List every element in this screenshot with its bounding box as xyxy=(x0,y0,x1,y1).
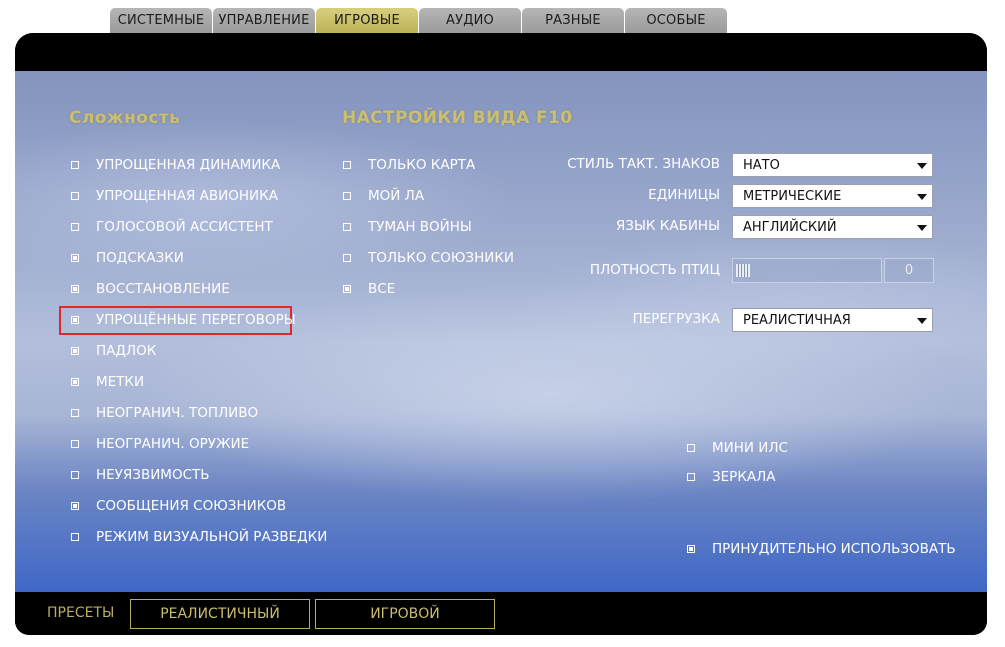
chevron-down-icon xyxy=(917,318,927,324)
tab-gameplay[interactable]: ИГРОВЫЕ xyxy=(316,8,418,33)
checkbox-icon xyxy=(71,533,79,541)
cockpit-language-dropdown[interactable]: АНГЛИЙСКИЙ xyxy=(732,215,933,239)
cockpit-language-label: ЯЗЫК КАБИНЫ xyxy=(615,218,720,234)
bird-density-label: ПЛОТНОСТЬ ПТИЦ xyxy=(589,262,720,278)
presets-label: ПРЕСЕТЫ xyxy=(47,605,115,621)
tab-system[interactable]: СИСТЕМНЫЕ xyxy=(110,8,212,33)
checkbox-label: НЕУЯЗВИМОСТЬ xyxy=(96,467,210,483)
checkbox-icon xyxy=(71,471,79,479)
checkbox-label: ЗЕРКАЛА xyxy=(712,469,776,485)
tact-symbols-label: СТИЛЬ ТАКТ. ЗНАКОВ xyxy=(567,156,720,172)
checkbox-label: МОЙ ЛА xyxy=(368,188,425,204)
dropdown-value: МЕТРИЧЕСКИЕ xyxy=(743,188,842,204)
panel-header-bar xyxy=(15,33,987,71)
checkbox-label: СООБЩЕНИЯ СОЮЗНИКОВ xyxy=(96,498,287,514)
checkbox-padlock[interactable]: ПАДЛОК xyxy=(71,341,156,361)
checkbox-label: ВОССТАНОВЛЕНИЕ xyxy=(96,281,230,297)
checkbox-allies-only[interactable]: ТОЛЬКО СОЮЗНИКИ xyxy=(343,248,514,268)
difficulty-heading: Сложность xyxy=(69,108,181,128)
preset-game-button[interactable]: ИГРОВОЙ xyxy=(315,599,495,629)
checkbox-icon xyxy=(687,545,695,553)
checkbox-simplified-flight-model[interactable]: УПРОЩЕННАЯ ДИНАМИКА xyxy=(71,155,280,175)
units-label: ЕДИНИЦЫ xyxy=(648,187,720,203)
tab-audio[interactable]: АУДИО xyxy=(419,8,521,33)
checkbox-labels[interactable]: МЕТКИ xyxy=(71,372,144,392)
tact-symbols-dropdown[interactable]: НАТО xyxy=(732,153,933,177)
checkbox-hints[interactable]: ПОДСКАЗКИ xyxy=(71,248,184,268)
checkbox-label: ПАДЛОК xyxy=(96,343,157,359)
checkbox-label: УПРОЩЕННАЯ ДИНАМИКА xyxy=(96,157,281,173)
checkbox-all[interactable]: ВСЕ xyxy=(343,279,395,299)
checkbox-label: ПОДСКАЗКИ xyxy=(96,250,184,266)
checkbox-icon xyxy=(71,285,79,293)
checkbox-icon xyxy=(687,444,695,452)
checkbox-icon xyxy=(71,347,79,355)
checkbox-label: МИНИ ИЛС xyxy=(712,440,788,456)
options-screen: СИСТЕМНЫЕ УПРАВЛЕНИЕ ИГРОВЫЕ АУДИО РАЗНЫ… xyxy=(0,0,1005,647)
tab-misc[interactable]: РАЗНЫЕ xyxy=(522,8,624,33)
checkbox-icon xyxy=(343,223,351,231)
checkbox-easy-comms[interactable]: УПРОЩЁННЫЕ ПЕРЕГОВОРЫ xyxy=(71,310,296,330)
checkbox-label: УПРОЩЕННАЯ АВИОНИКА xyxy=(96,188,278,204)
checkbox-label: ВСЕ xyxy=(368,281,396,297)
checkbox-map-only[interactable]: ТОЛЬКО КАРТА xyxy=(343,155,475,175)
g-effects-label: ПЕРЕГРУЗКА xyxy=(632,311,720,327)
checkbox-voice-assistant[interactable]: ГОЛОСОВОЙ АССИСТЕНТ xyxy=(71,217,273,237)
checkbox-restoration[interactable]: ВОССТАНОВЛЕНИЕ xyxy=(71,279,230,299)
checkbox-icon xyxy=(71,378,79,386)
preset-realistic-button[interactable]: РЕАЛИСТИЧНЫЙ xyxy=(130,599,310,629)
tab-bar: СИСТЕМНЫЕ УПРАВЛЕНИЕ ИГРОВЫЕ АУДИО РАЗНЫ… xyxy=(110,8,727,33)
checkbox-allied-messages[interactable]: СООБЩЕНИЯ СОЮЗНИКОВ xyxy=(71,496,286,516)
checkbox-mini-hud[interactable]: МИНИ ИЛС xyxy=(687,438,788,458)
checkbox-icon xyxy=(71,254,79,262)
g-effects-dropdown[interactable]: РЕАЛИСТИЧНАЯ xyxy=(732,308,933,332)
bird-density-value[interactable]: 0 xyxy=(884,258,934,283)
chevron-down-icon xyxy=(917,194,927,200)
checkbox-unlimited-weapons[interactable]: НЕОГРАНИЧ. ОРУЖИЕ xyxy=(71,434,249,454)
slider-handle[interactable] xyxy=(736,264,750,277)
checkbox-icon xyxy=(71,409,79,417)
tab-special[interactable]: ОСОБЫЕ xyxy=(625,8,727,33)
checkbox-unlimited-fuel[interactable]: НЕОГРАНИЧ. ТОПЛИВО xyxy=(71,403,258,423)
dropdown-value: АНГЛИЙСКИЙ xyxy=(743,219,837,235)
checkbox-label: МЕТКИ xyxy=(96,374,145,390)
checkbox-visual-recon-mode[interactable]: РЕЖИМ ВИЗУАЛЬНОЙ РАЗВЕДКИ xyxy=(71,527,327,547)
tab-controls[interactable]: УПРАВЛЕНИЕ xyxy=(213,8,315,33)
checkbox-label: ТОЛЬКО СОЮЗНИКИ xyxy=(368,250,515,266)
checkbox-label: НЕОГРАНИЧ. ТОПЛИВО xyxy=(96,405,259,421)
checkbox-icon xyxy=(71,440,79,448)
checkbox-icon xyxy=(71,316,79,324)
checkbox-icon xyxy=(343,161,351,169)
checkbox-icon xyxy=(343,192,351,200)
checkbox-icon xyxy=(687,473,695,481)
checkbox-icon xyxy=(343,254,351,262)
checkbox-my-aircraft[interactable]: МОЙ ЛА xyxy=(343,186,424,206)
checkbox-label: НЕОГРАНИЧ. ОРУЖИЕ xyxy=(96,436,250,452)
checkbox-icon xyxy=(71,502,79,510)
checkbox-label: ТОЛЬКО КАРТА xyxy=(368,157,476,173)
checkbox-label: ТУМАН ВОЙНЫ xyxy=(368,219,472,235)
dropdown-value: РЕАЛИСТИЧНАЯ xyxy=(743,312,851,328)
checkbox-force-use[interactable]: ПРИНУДИТЕЛЬНО ИСПОЛЬЗОВАТЬ xyxy=(687,539,956,559)
bird-density-slider[interactable] xyxy=(732,258,882,283)
checkbox-fog-of-war[interactable]: ТУМАН ВОЙНЫ xyxy=(343,217,472,237)
checkbox-label: ПРИНУДИТЕЛЬНО ИСПОЛЬЗОВАТЬ xyxy=(712,541,956,557)
checkbox-immortal[interactable]: НЕУЯЗВИМОСТЬ xyxy=(71,465,210,485)
f10-view-heading: НАСТРОЙКИ ВИДА F10 xyxy=(342,108,573,128)
checkbox-icon xyxy=(71,192,79,200)
checkbox-icon xyxy=(71,223,79,231)
checkbox-mirrors[interactable]: ЗЕРКАЛА xyxy=(687,467,776,487)
checkbox-label: УПРОЩЁННЫЕ ПЕРЕГОВОРЫ xyxy=(96,312,296,328)
checkbox-simplified-avionics[interactable]: УПРОЩЕННАЯ АВИОНИКА xyxy=(71,186,278,206)
chevron-down-icon xyxy=(917,163,927,169)
units-dropdown[interactable]: МЕТРИЧЕСКИЕ xyxy=(732,184,933,208)
checkbox-icon xyxy=(71,161,79,169)
dropdown-value: НАТО xyxy=(743,157,780,173)
checkbox-label: РЕЖИМ ВИЗУАЛЬНОЙ РАЗВЕДКИ xyxy=(96,529,328,545)
checkbox-label: ГОЛОСОВОЙ АССИСТЕНТ xyxy=(96,219,273,235)
checkbox-icon xyxy=(343,285,351,293)
chevron-down-icon xyxy=(917,225,927,231)
